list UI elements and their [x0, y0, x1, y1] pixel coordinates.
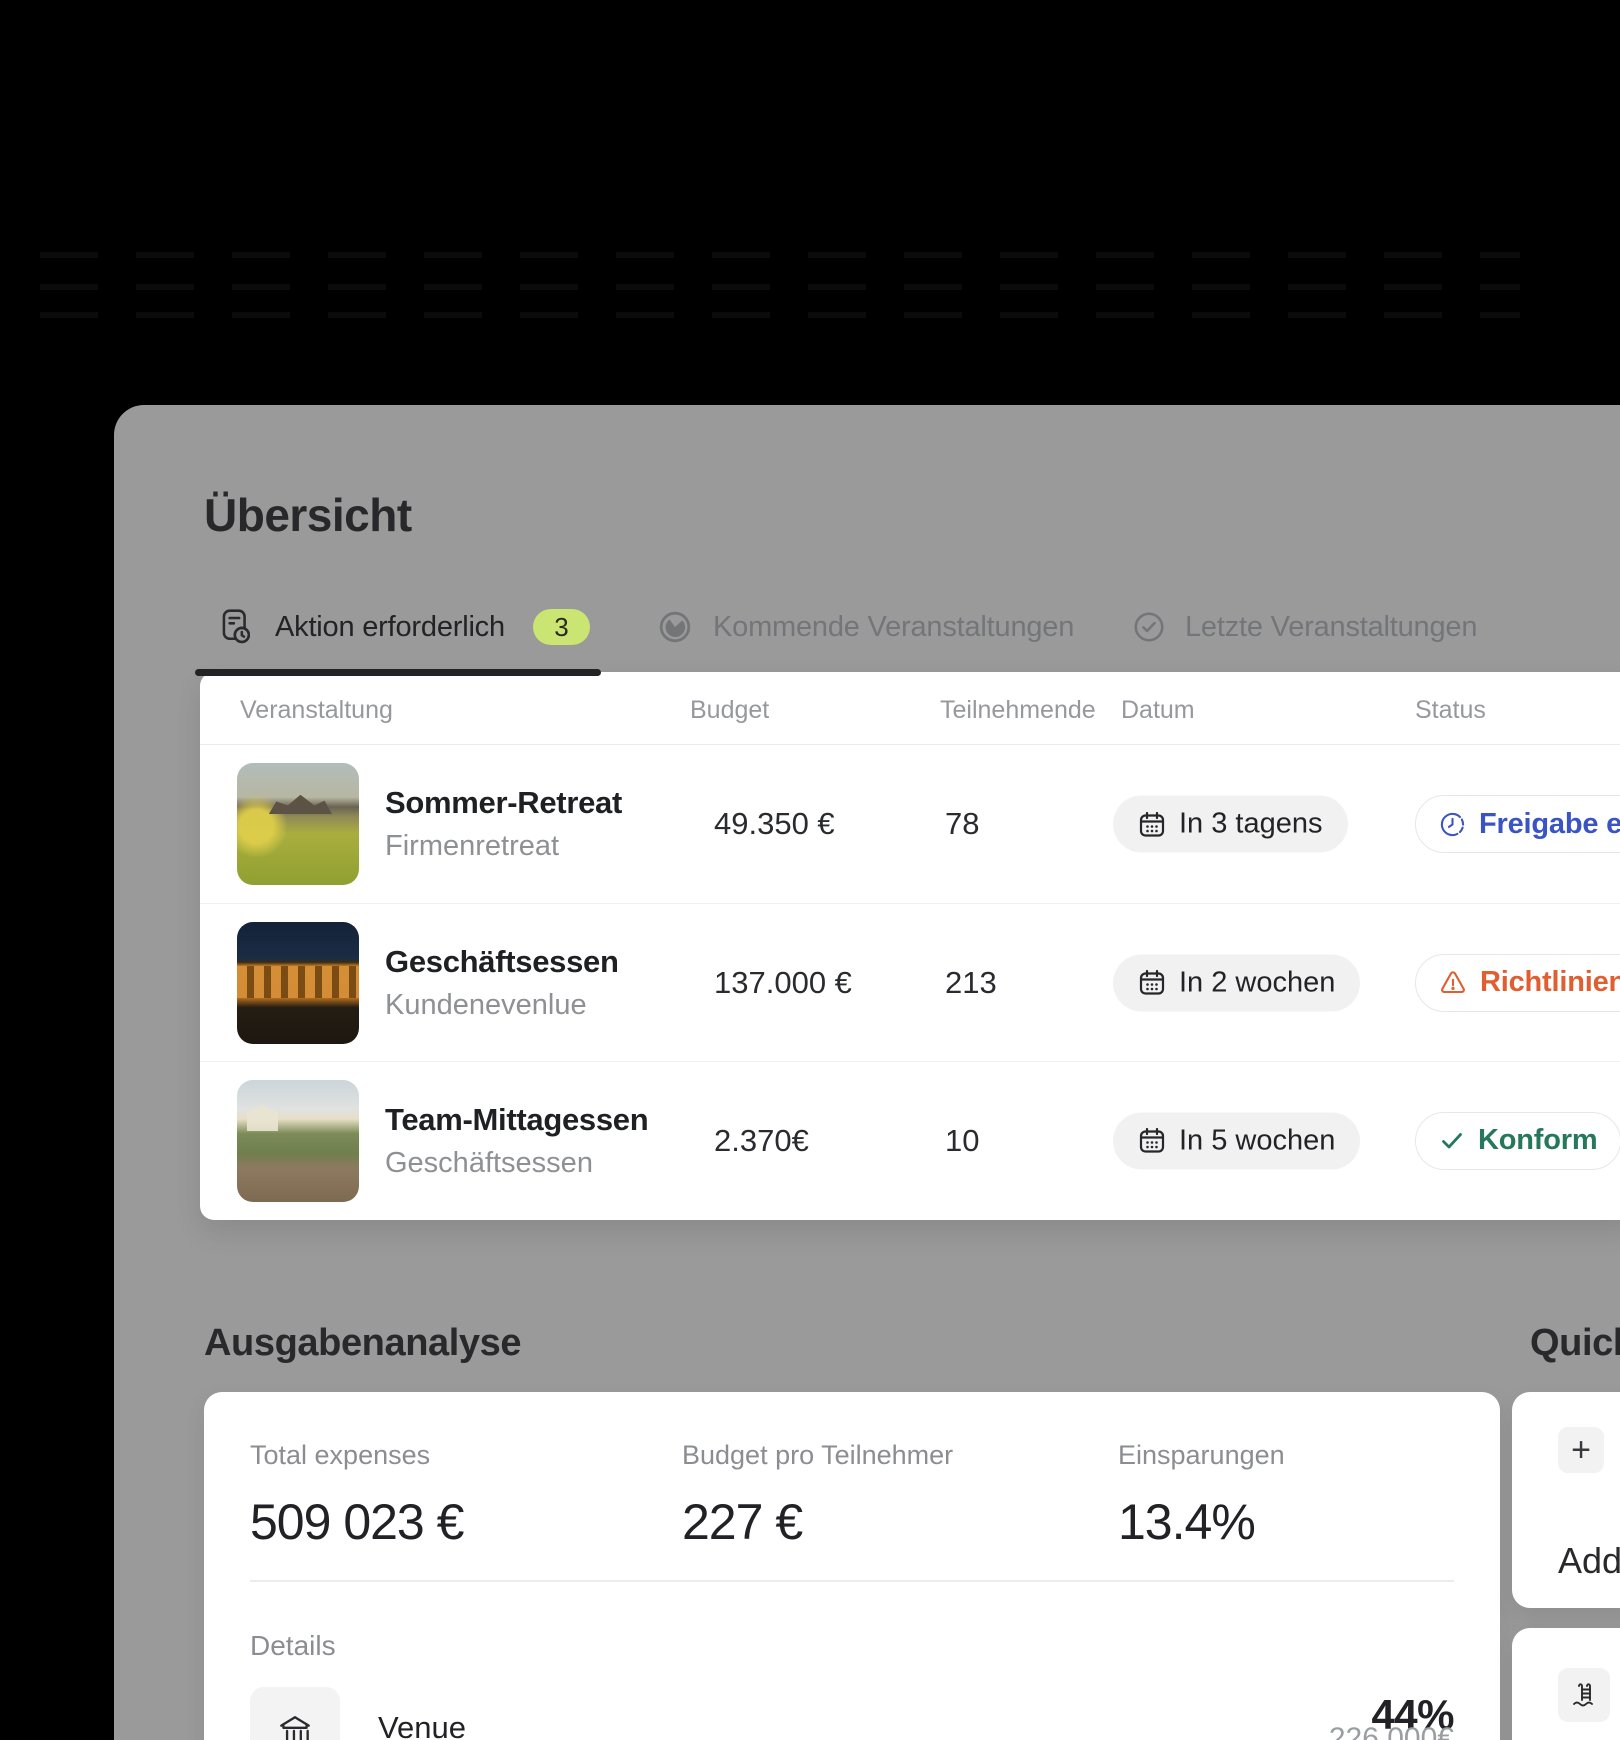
event-subtitle: Geschäftsessen — [385, 1147, 648, 1180]
budget-cell: 137.000 € — [714, 965, 852, 1001]
warning-triangle-icon — [1439, 970, 1467, 996]
event-title: Team-Mittagessen — [385, 1102, 648, 1138]
event-subtitle: Kundenevenlue — [385, 989, 619, 1022]
stat-label: Total expenses — [250, 1440, 463, 1471]
status-label: Konform — [1478, 1124, 1597, 1157]
event-subtitle: Firmenretreat — [385, 830, 622, 863]
date-pill: In 3 tagens — [1113, 796, 1348, 853]
tab-count-badge: 3 — [533, 609, 590, 645]
date-pill: In 2 wochen — [1113, 954, 1360, 1011]
event-title: Geschäftsessen — [385, 944, 619, 980]
background-ghost-row — [40, 312, 1520, 318]
page-title: Übersicht — [204, 488, 412, 542]
tab-aktion-erforderlich[interactable]: Aktion erforderlich 3 — [222, 605, 590, 649]
quick-section-heading: Quick — [1530, 1322, 1620, 1365]
event-name-cell: Geschäftsessen Kundenevenlue — [385, 944, 619, 1022]
table-header: Veranstaltung Budget Teilnehmende Datum … — [200, 672, 1620, 745]
date-label: In 3 tagens — [1179, 808, 1323, 841]
quick-add-card[interactable]: + Add — [1512, 1392, 1620, 1608]
events-table: Veranstaltung Budget Teilnehmende Datum … — [200, 672, 1620, 1220]
column-header-budget: Budget — [690, 696, 769, 725]
budget-cell: 49.350 € — [714, 806, 835, 842]
status-label: Richtlinienw — [1480, 966, 1620, 999]
event-thumbnail — [237, 1080, 359, 1202]
plus-icon[interactable]: + — [1558, 1427, 1604, 1473]
divider — [250, 1580, 1454, 1582]
check-icon — [1439, 1128, 1465, 1154]
status-badge: Richtlinienw — [1415, 954, 1620, 1012]
budget-cell: 2.370€ — [714, 1123, 809, 1159]
stat-label: Einsparungen — [1118, 1440, 1285, 1471]
participants-cell: 213 — [945, 965, 997, 1001]
date-label: In 5 wochen — [1179, 1124, 1335, 1157]
stat-budget-per-participant: Budget pro Teilnehmer 227 € — [682, 1440, 953, 1551]
participants-cell: 78 — [945, 806, 979, 842]
column-header-teilnehmende: Teilnehmende — [940, 696, 1096, 725]
status-label: Freigabe erf — [1479, 808, 1620, 841]
stat-savings: Einsparungen 13.4% — [1118, 1440, 1285, 1551]
active-tab-underline — [195, 669, 601, 676]
event-thumbnail — [237, 922, 359, 1044]
add-button-label: Add — [1558, 1540, 1620, 1582]
quick-second-card[interactable] — [1512, 1628, 1620, 1740]
calendar-icon — [1138, 969, 1166, 997]
stat-value: 227 € — [682, 1493, 953, 1551]
calendar-icon — [1138, 1127, 1166, 1155]
document-clock-icon — [222, 609, 250, 645]
screen: Übersicht Aktion erforderlich 3 Kommende… — [0, 0, 1620, 1740]
pool-ladder-icon — [1558, 1668, 1610, 1722]
expense-analysis-card: Total expenses 509 023 € Budget pro Teil… — [204, 1392, 1500, 1740]
table-row[interactable]: Team-Mittagessen Geschäftsessen 2.370€ 1… — [200, 1061, 1620, 1219]
participants-cell: 10 — [945, 1123, 979, 1159]
table-row[interactable]: Sommer-Retreat Firmenretreat 49.350 € 78 — [200, 745, 1620, 903]
tab-kommende-veranstaltungen[interactable]: Kommende Veranstaltungen — [658, 608, 1074, 646]
pending-clock-icon — [1439, 811, 1466, 838]
stat-value: 509 023 € — [250, 1493, 463, 1551]
column-header-veranstaltung: Veranstaltung — [240, 696, 393, 725]
event-name-cell: Team-Mittagessen Geschäftsessen — [385, 1102, 648, 1180]
date-label: In 2 wochen — [1179, 966, 1335, 999]
tab-label: Aktion erforderlich — [275, 611, 505, 644]
calendar-icon — [1138, 810, 1166, 838]
stat-label: Budget pro Teilnehmer — [682, 1440, 953, 1471]
column-header-status: Status — [1415, 696, 1486, 725]
stat-value: 13.4% — [1118, 1493, 1285, 1551]
stat-total-expenses: Total expenses 509 023 € — [250, 1440, 463, 1551]
tab-label: Kommende Veranstaltungen — [713, 611, 1074, 644]
expense-section-heading: Ausgabenanalyse — [204, 1322, 521, 1365]
clock-pie-icon — [658, 610, 692, 644]
column-header-datum: Datum — [1121, 696, 1195, 725]
tab-label: Letzte Veranstaltungen — [1185, 611, 1477, 644]
tab-letzte-veranstaltungen[interactable]: Letzte Veranstaltungen — [1133, 609, 1477, 645]
check-circle-icon — [1133, 611, 1165, 643]
background-ghost-row — [40, 284, 1520, 290]
venue-building-icon — [276, 1713, 314, 1740]
date-pill: In 5 wochen — [1113, 1112, 1360, 1169]
table-row[interactable]: Geschäftsessen Kundenevenlue 137.000 € 2… — [200, 903, 1620, 1061]
event-thumbnail — [237, 763, 359, 885]
background-ghost-row — [40, 252, 1520, 258]
event-title: Sommer-Retreat — [385, 785, 622, 821]
status-badge: Konform — [1415, 1112, 1620, 1170]
venue-icon-tile — [250, 1687, 340, 1740]
event-name-cell: Sommer-Retreat Firmenretreat — [385, 785, 622, 863]
detail-row-amount: 226.000€ — [1329, 1722, 1454, 1740]
details-label: Details — [250, 1630, 336, 1662]
detail-row-label: Venue — [378, 1710, 466, 1740]
status-badge: Freigabe erf — [1415, 795, 1620, 853]
